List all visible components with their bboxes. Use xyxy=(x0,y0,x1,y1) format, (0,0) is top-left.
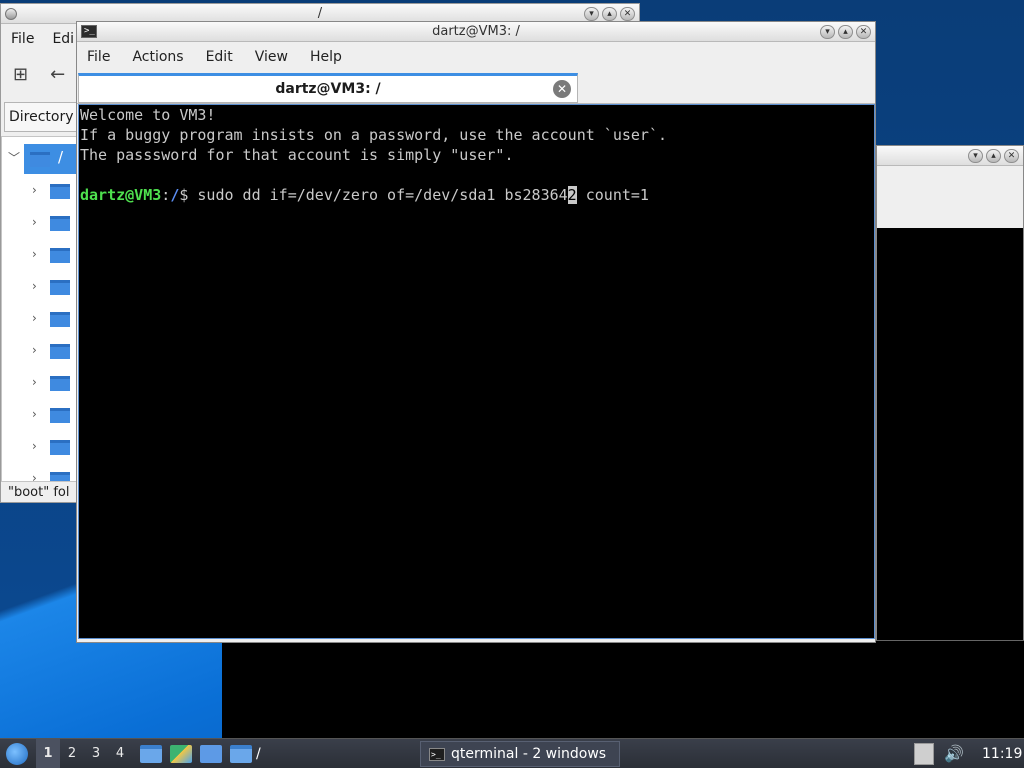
chevron-right-icon[interactable]: › xyxy=(32,247,37,261)
menu-file[interactable]: File xyxy=(11,31,34,47)
menu-help[interactable]: Help xyxy=(310,49,342,65)
desktop-switcher: 1 2 3 4 xyxy=(36,738,132,768)
prompt-user-host: dartz@VM3 xyxy=(80,186,162,204)
chevron-right-icon[interactable]: › xyxy=(32,375,37,389)
terminal-tabbar: dartz@VM3: / ✕ xyxy=(77,72,875,104)
terminal-output-line: The passsword for that account is simply… xyxy=(80,146,514,164)
minimize-button[interactable]: ▾ xyxy=(820,25,835,39)
folder-task-label[interactable]: / xyxy=(256,746,261,762)
desktop-1-button[interactable]: 1 xyxy=(36,738,60,768)
chevron-right-icon[interactable]: › xyxy=(32,407,37,421)
terminal-menubar: File Actions Edit View Help xyxy=(77,42,875,72)
terminal-tab[interactable]: dartz@VM3: / ✕ xyxy=(78,73,578,103)
image-viewer-launcher-icon[interactable] xyxy=(170,744,192,763)
maximize-button[interactable]: ▴ xyxy=(838,25,853,39)
menu-actions[interactable]: Actions xyxy=(132,49,183,65)
show-desktop-icon[interactable] xyxy=(200,744,222,763)
folder-task-icon[interactable] xyxy=(230,744,252,763)
prompt-path: / xyxy=(170,186,180,204)
command-text: sudo dd if=/dev/zero of=/dev/sda1 bs2836… xyxy=(197,186,568,204)
tree-root-item[interactable]: / xyxy=(24,144,76,174)
folder-icon xyxy=(30,152,50,167)
chevron-right-icon[interactable]: › xyxy=(32,343,37,357)
directory-tree-tab[interactable]: Directory xyxy=(4,102,78,132)
menu-view[interactable]: View xyxy=(255,49,288,65)
directory-tree[interactable]: ﹀ / › › › › › › › › › › xyxy=(1,136,77,482)
prompt-symbol: $ xyxy=(179,186,198,204)
file-manager-launcher-icon[interactable] xyxy=(140,744,162,763)
taskbar-terminal-label: qterminal - 2 windows xyxy=(451,746,607,762)
chevron-right-icon[interactable]: › xyxy=(32,215,37,229)
chevron-right-icon[interactable]: › xyxy=(32,311,37,325)
terminal-title: dartz@VM3: / xyxy=(432,24,520,39)
desktop-2-button[interactable]: 2 xyxy=(60,739,84,768)
background-window-toolbar xyxy=(877,166,1023,228)
file-manager-title: / xyxy=(317,6,323,21)
chevron-right-icon[interactable]: › xyxy=(32,471,37,481)
menu-edit[interactable]: Edi xyxy=(52,31,74,47)
close-button[interactable]: ✕ xyxy=(856,25,871,39)
folder-icon[interactable] xyxy=(50,248,70,263)
file-manager-statusbar: "boot" fol xyxy=(8,485,70,500)
menu-edit[interactable]: Edit xyxy=(206,49,233,65)
terminal-window: >_ dartz@VM3: / ▾ ▴ ✕ File Actions Edit … xyxy=(76,21,876,643)
start-menu-icon[interactable] xyxy=(6,742,28,765)
volume-icon[interactable]: 🔊 xyxy=(944,744,964,763)
folder-icon[interactable] xyxy=(50,472,70,481)
text-cursor: 2 xyxy=(567,186,577,204)
menu-file[interactable]: File xyxy=(87,49,110,65)
clock[interactable]: 11:19 xyxy=(982,739,1022,768)
terminal-screen[interactable]: Welcome to VM3! If a buggy program insist… xyxy=(78,104,875,639)
folder-icon[interactable] xyxy=(50,376,70,391)
prompt-separator: : xyxy=(161,186,171,204)
terminal-prompt-line[interactable]: dartz@VM3:/$ sudo dd if=/dev/zero of=/de… xyxy=(80,185,874,205)
terminal-icon[interactable]: >_ xyxy=(81,25,97,38)
maximize-button[interactable]: ▴ xyxy=(602,7,617,21)
tree-root-label: / xyxy=(58,148,64,166)
folder-icon[interactable] xyxy=(50,280,70,295)
chevron-down-icon[interactable]: ﹀ xyxy=(8,149,20,166)
minimize-button[interactable]: ▾ xyxy=(584,7,599,21)
folder-icon[interactable] xyxy=(50,184,70,199)
chevron-right-icon[interactable]: › xyxy=(32,279,37,293)
close-button[interactable]: ✕ xyxy=(1004,149,1019,163)
terminal-icon: >_ xyxy=(429,747,445,761)
command-text-after-cursor: count=1 xyxy=(576,186,649,204)
folder-icon[interactable] xyxy=(50,216,70,231)
folder-icon[interactable] xyxy=(50,408,70,423)
terminal-output-line: Welcome to VM3! xyxy=(80,106,216,124)
terminal-tab-label: dartz@VM3: / xyxy=(275,81,381,97)
folder-icon[interactable] xyxy=(50,312,70,327)
taskbar: 1 2 3 4 / >_ qterminal - 2 windows 🔊 11:… xyxy=(0,738,1024,768)
desktop-4-button[interactable]: 4 xyxy=(108,739,132,768)
maximize-button[interactable]: ▴ xyxy=(986,149,1001,163)
desktop-3-button[interactable]: 3 xyxy=(84,739,108,768)
terminal-titlebar[interactable]: >_ dartz@VM3: / ▾ ▴ ✕ xyxy=(77,22,875,42)
background-terminal-area xyxy=(222,640,1024,738)
background-window-titlebar[interactable]: ▾ ▴ ✕ xyxy=(877,146,1023,166)
taskbar-terminal-button[interactable]: >_ qterminal - 2 windows xyxy=(420,741,620,767)
window-menu-icon[interactable] xyxy=(5,8,17,20)
folder-icon[interactable] xyxy=(50,344,70,359)
chevron-right-icon[interactable]: › xyxy=(32,183,37,197)
new-window-icon[interactable]: ⊞ xyxy=(13,64,28,85)
chevron-right-icon[interactable]: › xyxy=(32,439,37,453)
back-arrow-icon[interactable]: ← xyxy=(50,64,65,85)
close-tab-icon[interactable]: ✕ xyxy=(553,80,571,98)
tray-app-icon[interactable] xyxy=(914,743,934,765)
minimize-button[interactable]: ▾ xyxy=(968,149,983,163)
terminal-output-line: If a buggy program insists on a password… xyxy=(80,126,667,144)
close-button[interactable]: ✕ xyxy=(620,7,635,21)
folder-icon[interactable] xyxy=(50,440,70,455)
